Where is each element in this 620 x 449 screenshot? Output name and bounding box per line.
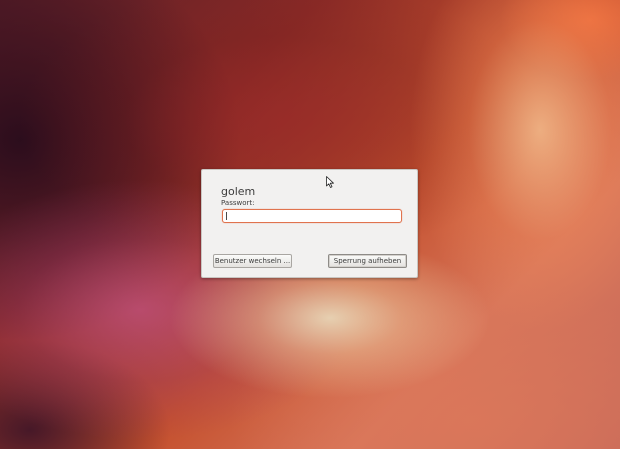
switch-user-button[interactable]: Benutzer wechseln ... <box>213 254 292 268</box>
username-label: golem <box>221 185 256 198</box>
unlock-dialog: golem Passwort: Benutzer wechseln ... Sp… <box>201 169 418 278</box>
mouse-pointer-icon <box>326 176 334 188</box>
password-field[interactable] <box>222 209 402 223</box>
text-caret <box>226 212 227 220</box>
password-label: Passwort: <box>221 199 255 207</box>
unlock-button[interactable]: Sperrung aufheben <box>328 254 407 268</box>
